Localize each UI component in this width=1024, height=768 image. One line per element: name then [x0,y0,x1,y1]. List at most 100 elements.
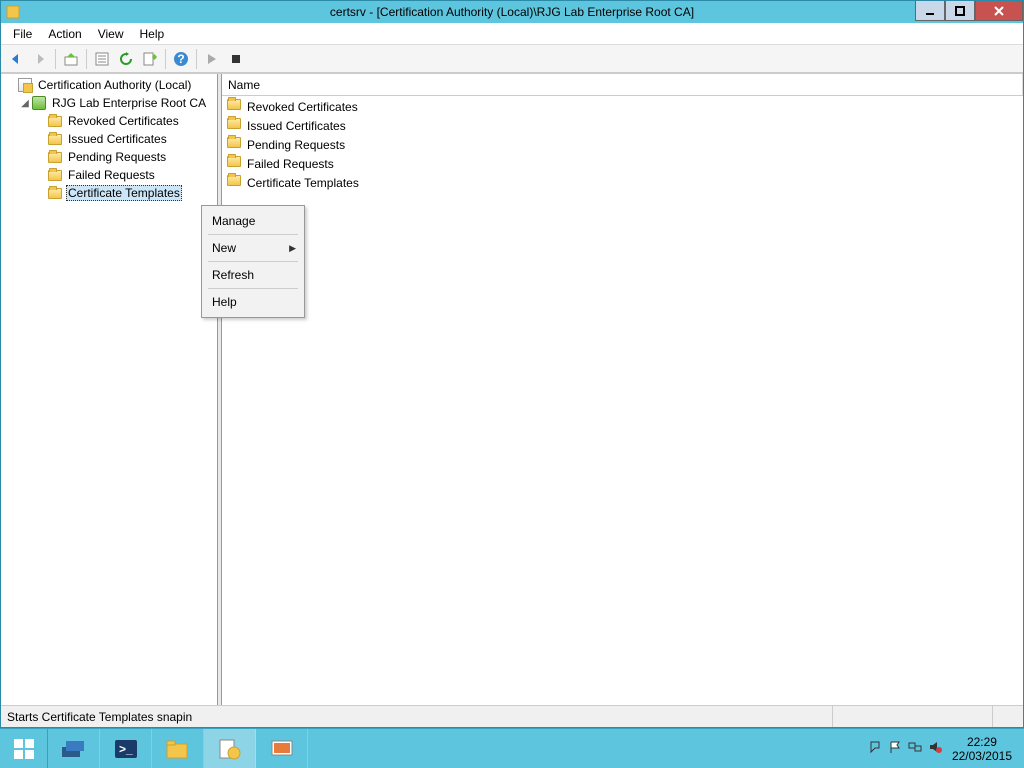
context-refresh[interactable]: Refresh [204,264,302,286]
list-pane: Name Revoked Certificates Issued Certifi… [222,74,1023,705]
context-separator [208,288,298,289]
close-button[interactable] [975,1,1023,21]
tree-root[interactable]: Certification Authority (Local) [3,76,215,94]
list-header: Name [222,74,1023,96]
clock-date: 22/03/2015 [952,749,1012,763]
taskbar: >_ 22:29 22/03/2015 [0,728,1024,768]
tree-ca[interactable]: ◢ RJG Lab Enterprise Root CA [3,94,215,112]
start-service-button[interactable] [201,48,223,70]
menubar: File Action View Help [1,23,1023,45]
taskbar-explorer[interactable] [152,729,204,768]
folder-icon [47,185,63,201]
tree-failed[interactable]: Failed Requests [3,166,215,184]
app-icon [5,4,21,20]
certsrv-window: certsrv - [Certification Authority (Loca… [0,0,1024,728]
folder-icon [47,149,63,165]
list-item-label: Failed Requests [247,157,334,171]
ca-root-icon [17,77,33,93]
up-button[interactable] [60,48,82,70]
tray-flag-icon[interactable] [888,740,902,757]
maximize-button[interactable] [945,1,975,21]
context-new[interactable]: New ▶ [204,237,302,259]
start-button[interactable] [0,729,48,768]
taskbar-certsrv[interactable] [204,729,256,768]
list-item-templates[interactable]: Certificate Templates [223,173,1022,192]
context-menu: Manage New ▶ Refresh Help [201,205,305,318]
tree-label: Certificate Templates [66,185,182,201]
menu-action[interactable]: Action [40,25,89,43]
statusbar: Starts Certificate Templates snapin [1,705,1023,727]
taskbar-powershell[interactable]: >_ [100,729,152,768]
folder-icon [47,131,63,147]
list-item-label: Pending Requests [247,138,345,152]
minimize-button[interactable] [915,1,945,21]
toolbar-separator [165,49,166,69]
toolbar-separator [55,49,56,69]
column-name[interactable]: Name [222,74,1023,95]
system-tray: 22:29 22/03/2015 [860,729,1024,768]
list-body[interactable]: Revoked Certificates Issued Certificates… [222,96,1023,705]
folder-icon [227,99,243,115]
context-label: Refresh [212,268,254,282]
tree-label: Certification Authority (Local) [36,78,193,92]
toolbar: ? [1,45,1023,73]
tree-label: Pending Requests [66,150,168,164]
taskbar-server-manager[interactable] [48,729,100,768]
status-text: Starts Certificate Templates snapin [1,706,833,727]
folder-icon [227,175,243,191]
list-item-revoked[interactable]: Revoked Certificates [223,97,1022,116]
tree-pending[interactable]: Pending Requests [3,148,215,166]
taskbar-mstsc[interactable] [256,729,308,768]
toolbar-separator [86,49,87,69]
list-item-label: Revoked Certificates [247,100,358,114]
tree-label: Issued Certificates [66,132,169,146]
titlebar[interactable]: certsrv - [Certification Authority (Loca… [1,1,1023,23]
tree-revoked[interactable]: Revoked Certificates [3,112,215,130]
ca-icon [31,95,47,111]
status-grip [993,706,1023,727]
context-manage[interactable]: Manage [204,210,302,232]
tray-volume-icon[interactable] [928,740,942,757]
toolbar-separator [196,49,197,69]
export-button[interactable] [139,48,161,70]
folder-icon [227,156,243,172]
back-button[interactable] [5,48,27,70]
context-label: Manage [212,214,255,228]
forward-button[interactable] [29,48,51,70]
status-empty [833,706,993,727]
folder-icon [47,113,63,129]
refresh-button[interactable] [115,48,137,70]
tree-label: Failed Requests [66,168,157,182]
window-controls [915,1,1023,23]
menu-file[interactable]: File [5,25,40,43]
stop-service-button[interactable] [225,48,247,70]
tree-label: RJG Lab Enterprise Root CA [50,96,208,110]
svg-text:>_: >_ [119,742,133,756]
submenu-arrow-icon: ▶ [289,243,296,254]
list-item-label: Issued Certificates [247,119,346,133]
list-item-failed[interactable]: Failed Requests [223,154,1022,173]
context-label: New [212,241,236,255]
context-help[interactable]: Help [204,291,302,313]
folder-icon [47,167,63,183]
collapse-icon[interactable]: ◢ [19,98,31,109]
tray-notifications-icon[interactable] [868,740,882,757]
context-separator [208,261,298,262]
tray-clock[interactable]: 22:29 22/03/2015 [948,735,1016,763]
tray-network-icon[interactable] [908,740,922,757]
folder-icon [227,137,243,153]
list-item-label: Certificate Templates [247,176,359,190]
tree-pane[interactable]: Certification Authority (Local) ◢ RJG La… [1,74,218,705]
context-label: Help [212,295,237,309]
list-item-pending[interactable]: Pending Requests [223,135,1022,154]
help-button[interactable]: ? [170,48,192,70]
tree-issued[interactable]: Issued Certificates [3,130,215,148]
menu-view[interactable]: View [90,25,132,43]
menu-help[interactable]: Help [132,25,173,43]
list-item-issued[interactable]: Issued Certificates [223,116,1022,135]
tree-label: Revoked Certificates [66,114,181,128]
tree-templates[interactable]: Certificate Templates [3,184,215,202]
properties-button[interactable] [91,48,113,70]
folder-icon [227,118,243,134]
content-body: Certification Authority (Local) ◢ RJG La… [1,73,1023,705]
